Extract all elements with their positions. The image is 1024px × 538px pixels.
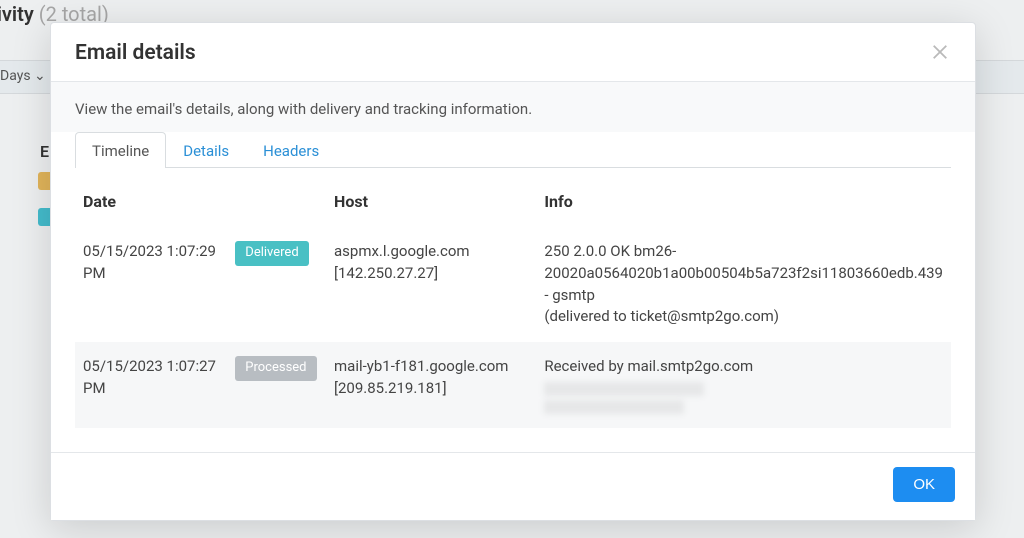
status-badge: Delivered xyxy=(235,241,308,266)
modal-body: View the email's details, along with del… xyxy=(51,81,975,132)
timeline-table: Date Host Info 05/15/2023 1:07:29 PM Del… xyxy=(75,188,951,428)
modal-title: Email details xyxy=(75,41,931,65)
cell-info: 250 2.0.0 OK bm26-20020a0564020b1a00b005… xyxy=(536,227,951,342)
cell-status: Processed xyxy=(227,342,326,428)
ok-button[interactable]: OK xyxy=(893,467,955,502)
close-button[interactable] xyxy=(931,43,951,63)
close-icon xyxy=(931,43,949,61)
status-badge: Processed xyxy=(235,356,316,381)
tab-timeline[interactable]: Timeline xyxy=(75,132,166,168)
tabs: Timeline Details Headers xyxy=(75,132,951,168)
cell-date: 05/15/2023 1:07:27 PM xyxy=(75,342,227,428)
redacted-line xyxy=(544,382,704,396)
cell-status: Delivered xyxy=(227,227,326,342)
email-details-modal: Email details View the email's details, … xyxy=(50,22,976,521)
cell-date: 05/15/2023 1:07:29 PM xyxy=(75,227,227,342)
col-header-host: Host xyxy=(326,188,536,227)
redacted-line xyxy=(544,400,684,414)
modal-footer: OK xyxy=(51,452,975,520)
cell-host: mail-yb1-f181.google.com [209.85.219.181… xyxy=(326,342,536,428)
table-row: 05/15/2023 1:07:29 PM Delivered aspmx.l.… xyxy=(75,227,951,342)
cell-host: aspmx.l.google.com [142.250.27.27] xyxy=(326,227,536,342)
modal-subtitle: View the email's details, along with del… xyxy=(75,100,951,118)
table-row: 05/15/2023 1:07:27 PM Processed mail-yb1… xyxy=(75,342,951,428)
cell-info-text: Received by mail.smtp2go.com xyxy=(544,357,753,375)
cell-info: Received by mail.smtp2go.com xyxy=(536,342,951,428)
col-header-date: Date xyxy=(75,188,326,227)
tab-content-timeline: Date Host Info 05/15/2023 1:07:29 PM Del… xyxy=(51,168,975,452)
modal-header: Email details xyxy=(51,23,975,81)
col-header-info: Info xyxy=(536,188,951,227)
tab-details[interactable]: Details xyxy=(166,132,246,168)
tab-headers[interactable]: Headers xyxy=(246,132,336,168)
